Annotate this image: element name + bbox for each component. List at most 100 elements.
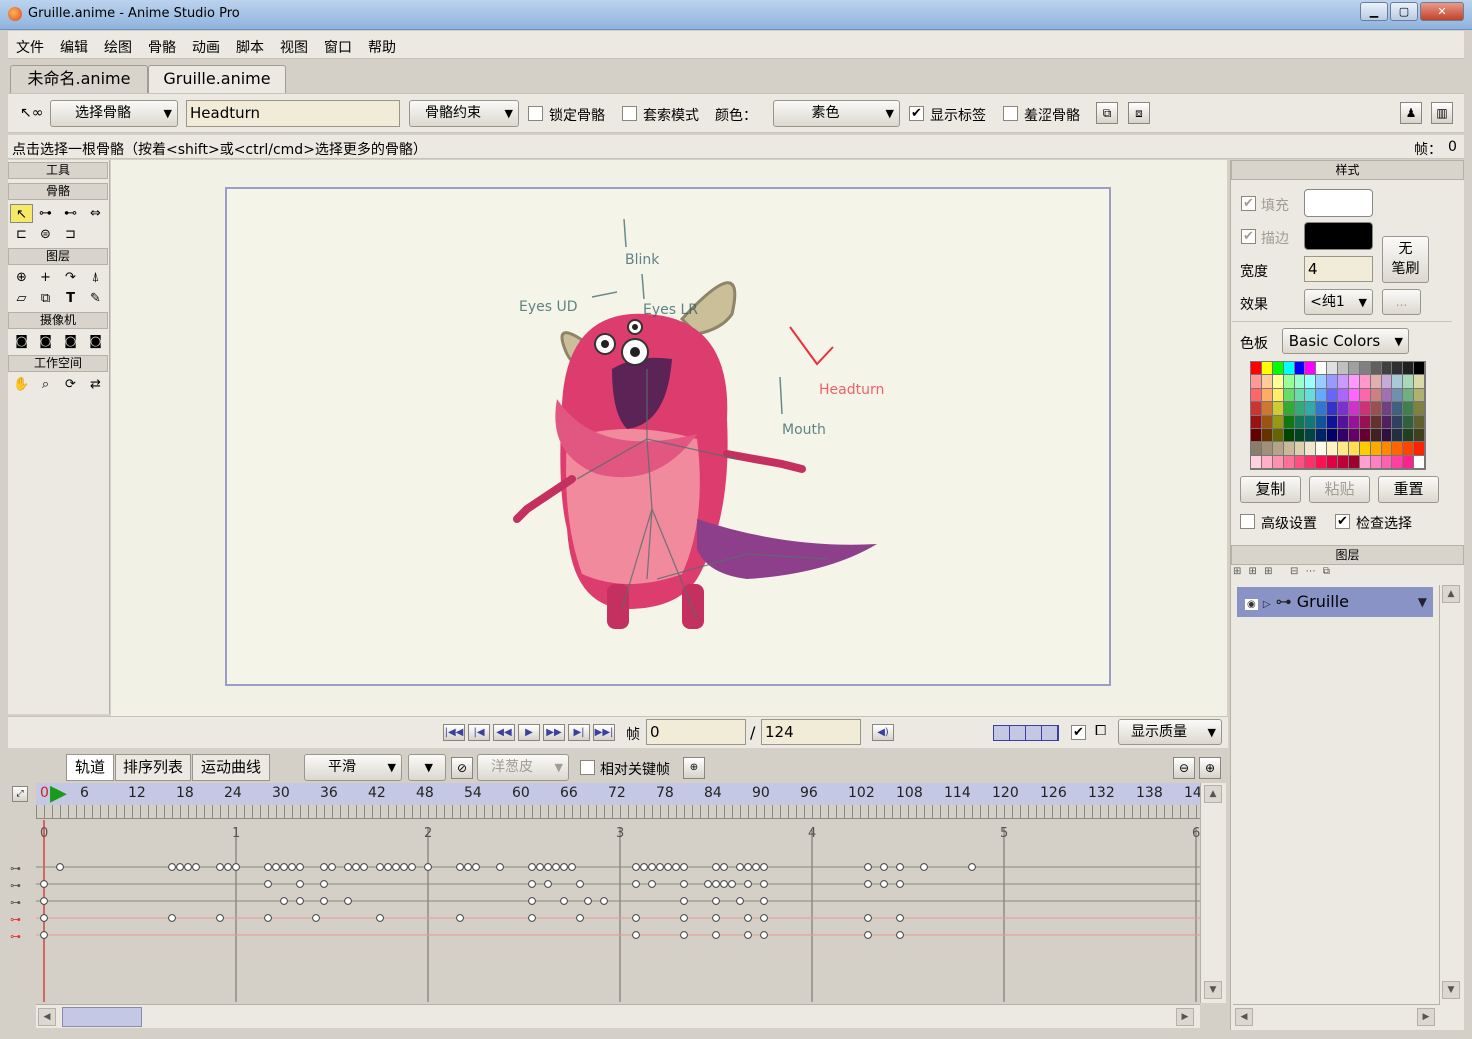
palette-swatch[interactable] [1251, 415, 1262, 429]
palette-swatch[interactable] [1370, 428, 1382, 443]
keyframe-marker[interactable] [408, 863, 416, 871]
palette-swatch[interactable] [1294, 362, 1306, 376]
bone-constraint-dropdown[interactable]: 骨骼约束 ▼ [409, 100, 519, 127]
scroll-down-icon[interactable]: ▼ [1442, 981, 1460, 999]
palette-swatch[interactable] [1305, 388, 1317, 403]
lasso-mode-checkbox[interactable] [622, 106, 637, 121]
paste-button[interactable]: 粘贴 [1309, 476, 1370, 503]
width-input[interactable]: 4 [1304, 256, 1373, 282]
person-icon[interactable]: ♟ [1400, 102, 1422, 124]
palette-swatch[interactable] [1392, 442, 1404, 456]
palette-swatch[interactable] [1348, 442, 1360, 456]
palette-swatch[interactable] [1251, 402, 1262, 416]
play-button[interactable]: ▶ [518, 724, 540, 741]
check-select-checkbox[interactable]: ✔ [1335, 514, 1350, 529]
menu-bone[interactable]: 骨骼 [140, 31, 184, 57]
keyframe-marker[interactable] [552, 863, 560, 871]
keyframe-marker[interactable] [712, 880, 720, 888]
library-icon[interactable]: ▥ [1431, 102, 1453, 124]
palette-swatch[interactable] [1283, 375, 1295, 389]
palette-swatch[interactable] [1338, 388, 1349, 403]
palette-swatch[interactable] [1392, 362, 1404, 376]
palette-swatch[interactable] [1294, 402, 1306, 416]
palette-swatch[interactable] [1370, 415, 1382, 429]
palette-swatch[interactable] [1316, 375, 1328, 389]
camera-roll-icon[interactable]: ◙ [59, 332, 82, 351]
palette-swatch[interactable] [1272, 388, 1284, 403]
palette-swatch[interactable] [1251, 362, 1262, 376]
palette-swatch[interactable] [1327, 455, 1338, 469]
keyframe-marker[interactable] [896, 931, 904, 939]
scroll-up-icon[interactable]: ▲ [1204, 785, 1222, 803]
reparent-bone-icon[interactable]: ⊜ [34, 225, 57, 244]
keyframe-marker[interactable] [760, 914, 768, 922]
palette-swatch[interactable] [1283, 415, 1295, 429]
palette-swatch[interactable] [1392, 402, 1404, 416]
palette-swatch[interactable] [1338, 415, 1349, 429]
keyframe-marker[interactable] [456, 914, 464, 922]
palette-swatch[interactable] [1283, 402, 1295, 416]
keyframe-marker[interactable] [296, 880, 304, 888]
keyframe-marker[interactable] [680, 863, 688, 871]
camera-zoom-icon[interactable]: ◙ [34, 332, 57, 351]
palette-swatch[interactable] [1403, 428, 1415, 443]
palette-swatch[interactable] [1403, 362, 1415, 376]
palette-swatch[interactable] [1294, 428, 1306, 443]
keyframe-marker[interactable] [296, 897, 304, 905]
keyframe-marker[interactable] [272, 863, 280, 871]
palette-swatch[interactable] [1272, 442, 1284, 456]
tab-motion-graph[interactable]: 运动曲线 [192, 754, 270, 781]
keyframe-marker[interactable] [880, 880, 888, 888]
palette-swatch[interactable] [1403, 388, 1415, 403]
palette-swatch[interactable] [1381, 388, 1393, 403]
palette-swatch[interactable] [1392, 388, 1404, 403]
camera-track-icon[interactable]: ◙ [10, 332, 33, 351]
palette-swatch[interactable] [1294, 442, 1306, 456]
keyframe-marker[interactable] [168, 863, 176, 871]
transform-layer-icon[interactable]: ⊕ [10, 268, 33, 287]
fast-forward-end-button[interactable]: ▶▶| [593, 724, 615, 741]
keyframe-marker[interactable] [232, 863, 240, 871]
zoom-icon[interactable]: ⌕ [34, 375, 57, 394]
scroll-up-icon[interactable]: ▲ [1442, 585, 1460, 603]
palette-swatch[interactable] [1294, 388, 1306, 403]
keyframe-marker[interactable] [560, 897, 568, 905]
keyframe-marker[interactable] [896, 914, 904, 922]
keyframe-marker[interactable] [288, 863, 296, 871]
layers-vscroll[interactable]: ▲ ▼ [1439, 585, 1463, 1005]
palette-swatch[interactable] [1381, 362, 1393, 376]
palette-swatch[interactable] [1370, 375, 1382, 389]
palette-swatch[interactable] [1338, 442, 1349, 456]
palette-swatch[interactable] [1272, 415, 1284, 429]
interp-options-dropdown[interactable]: ▼ [408, 754, 446, 781]
palette-swatch[interactable] [1283, 428, 1295, 443]
keyframe-marker[interactable] [648, 863, 656, 871]
scroll-right-icon[interactable]: ▶ [1417, 1008, 1435, 1026]
perspective-icon[interactable]: ▱ [10, 289, 33, 308]
step-back-button[interactable]: ◀◀ [493, 724, 515, 741]
end-frame-input[interactable]: 124 [761, 719, 861, 745]
palette-swatch[interactable] [1305, 362, 1317, 376]
keyframe-marker[interactable] [376, 863, 384, 871]
palette-swatch[interactable] [1359, 375, 1371, 389]
keyframe-marker[interactable] [264, 863, 272, 871]
keyframe-marker[interactable] [728, 880, 736, 888]
bone-mode-dropdown[interactable]: 选择骨骼 ▼ [50, 100, 178, 127]
text-tool-icon[interactable]: T [59, 289, 82, 308]
shear-layer-icon[interactable]: ⍋ [84, 268, 107, 287]
palette-swatch[interactable] [1414, 428, 1425, 443]
palette-swatch[interactable] [1381, 415, 1393, 429]
scroll-right-icon[interactable]: ▶ [1176, 1008, 1194, 1026]
expand-triangle-icon[interactable]: ▷ [1263, 599, 1271, 610]
palette-swatch[interactable] [1370, 388, 1382, 403]
keyframe-marker[interactable] [280, 863, 288, 871]
keyframe-marker[interactable] [376, 914, 384, 922]
layer-actions-toolbar[interactable]: ⊞ ⊞ ⊞ ⊟ ⋯ ⧉ [1233, 566, 1463, 584]
palette-swatch[interactable] [1392, 455, 1404, 469]
palette-swatch[interactable] [1272, 428, 1284, 443]
palette-swatch[interactable] [1261, 455, 1273, 469]
palette-swatch[interactable] [1316, 362, 1328, 376]
keyframe-marker[interactable] [264, 880, 272, 888]
keyframe-marker[interactable] [424, 863, 432, 871]
keyframe-marker[interactable] [672, 863, 680, 871]
